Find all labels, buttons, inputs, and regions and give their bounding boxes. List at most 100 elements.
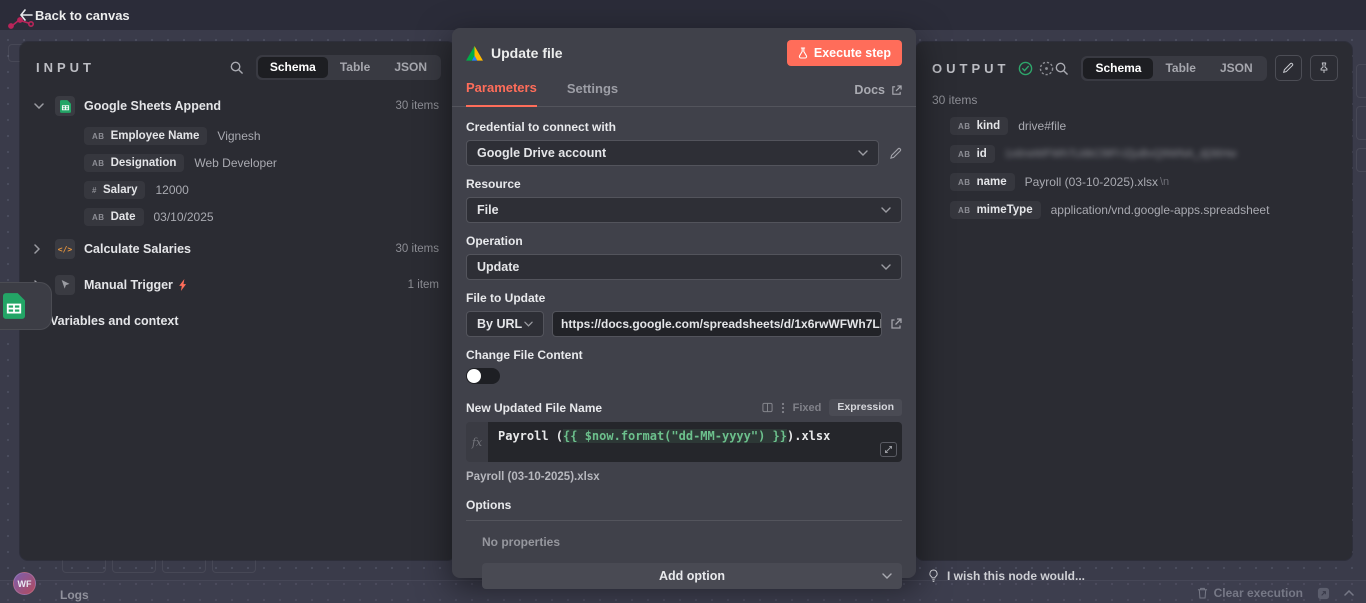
expression-editor[interactable]: fx Payroll ({{ $now.format("dd-MM-yyyy")…	[466, 422, 902, 462]
lightning-bolt-icon	[179, 279, 188, 291]
output-field[interactable]: ABkind drive#file	[950, 117, 1352, 135]
execute-step-button[interactable]: Execute step	[787, 40, 902, 66]
node-feedback-link[interactable]: I wish this node would...	[928, 569, 1085, 583]
tab-json[interactable]: JSON	[1208, 58, 1265, 79]
back-arrow-icon[interactable]	[19, 8, 33, 26]
google-drive-icon	[466, 46, 483, 61]
node-name: Calculate Salaries	[84, 242, 191, 256]
schema-field[interactable]: ABDate 03/10/2025	[84, 208, 439, 226]
pencil-icon	[1282, 62, 1294, 74]
file-to-update-label: File to Update	[466, 291, 902, 305]
node-name: Manual Trigger	[84, 278, 173, 292]
string-type-icon: AB	[92, 159, 105, 168]
kebab-menu-icon[interactable]	[781, 402, 785, 414]
field-key: id	[977, 148, 987, 160]
avatar[interactable]: WF	[13, 572, 36, 595]
app-header: Back to canvas	[0, 0, 1366, 30]
input-view-tabs: Schema Table JSON	[256, 55, 441, 80]
open-url-icon[interactable]	[890, 318, 902, 330]
input-panel: INPUT Schema Table JSON Google Sheets Ap…	[20, 42, 455, 560]
string-type-icon: AB	[958, 178, 971, 187]
input-node-calculate-salaries[interactable]: </> Calculate Salaries 30 items	[34, 238, 439, 260]
modal-header: Update file Execute step	[452, 28, 916, 70]
edit-output-button[interactable]	[1275, 55, 1303, 81]
field-value: application/vnd.google-apps.spreadsheet	[1051, 203, 1270, 217]
file-mode-select[interactable]: By URL	[466, 311, 544, 337]
node-title: Update file	[491, 45, 563, 61]
tab-schema[interactable]: Schema	[258, 57, 328, 78]
field-key: Employee Name	[111, 130, 200, 142]
input-node-google-sheets-append[interactable]: Google Sheets Append 30 items	[34, 95, 439, 117]
tab-schema[interactable]: Schema	[1083, 58, 1153, 79]
lightbulb-icon	[928, 569, 939, 583]
split-columns-icon[interactable]	[762, 402, 773, 413]
expression-token: {{ $now.format("dd-MM-yyyy") }}	[563, 429, 787, 443]
chevron-down-icon	[858, 150, 868, 156]
clear-execution-button[interactable]: Clear execution	[1197, 586, 1303, 600]
chevron-down-icon[interactable]	[34, 103, 50, 109]
node-name: Google Sheets Append	[84, 99, 221, 113]
chevron-down-icon	[881, 264, 891, 270]
trash-icon	[1197, 587, 1208, 599]
schema-field[interactable]: #Salary 12000	[84, 181, 439, 199]
add-option-button[interactable]: Add option	[482, 563, 902, 589]
output-field[interactable]: ABmimeType application/vnd.google-apps.s…	[950, 201, 1352, 219]
output-field[interactable]: ABname Payroll (03-10-2025).xlsx \n	[950, 173, 1352, 191]
field-key: mimeType	[977, 204, 1033, 216]
schema-field[interactable]: ABDesignation Web Developer	[84, 154, 439, 172]
output-field[interactable]: ABid 1x6rwWFWh7LklkCl9Fl-lZjuBvQ9WNA_dj3…	[950, 145, 1352, 163]
field-value-masked: 1x6rwWFWh7LklkCl9Fl-lZjuBvQ9WNA_dj36Hw	[1005, 148, 1237, 160]
circle-dot-icon[interactable]	[1039, 61, 1054, 76]
node-items-count: 30 items	[396, 243, 439, 255]
docs-link[interactable]: Docs	[854, 83, 902, 106]
input-panel-header: INPUT Schema Table JSON	[20, 42, 455, 90]
node-detail-modal: Update file Execute step Parameters Sett…	[452, 28, 916, 578]
search-icon[interactable]	[1054, 61, 1069, 76]
change-file-content-toggle[interactable]	[466, 368, 500, 384]
operation-label: Operation	[466, 234, 902, 248]
field-key: Designation	[111, 157, 177, 169]
string-type-icon: AB	[92, 132, 105, 141]
newline-escape: \n	[1160, 176, 1169, 188]
fixed-toggle[interactable]: Fixed	[793, 402, 822, 414]
google-sheets-icon	[55, 96, 75, 116]
chevron-down-icon	[881, 207, 891, 213]
tab-settings[interactable]: Settings	[567, 75, 618, 106]
schema-field[interactable]: AB Employee Name Vignesh	[84, 127, 439, 145]
no-properties-text: No properties	[482, 535, 902, 549]
chevron-right-icon[interactable]	[34, 244, 50, 254]
string-type-icon: AB	[958, 122, 971, 131]
flask-icon	[798, 47, 808, 59]
execution-controls: Clear execution	[1197, 586, 1354, 600]
back-to-canvas-link[interactable]: Back to canvas	[35, 8, 130, 23]
expression-toggle[interactable]: Expression	[829, 399, 902, 416]
connected-node-peek[interactable]	[0, 282, 52, 330]
file-url-input[interactable]: https://docs.google.com/spreadsheets/d/1…	[552, 311, 882, 337]
pin-icon	[1319, 62, 1329, 74]
tab-table[interactable]: Table	[328, 57, 382, 78]
cursor-icon	[55, 275, 75, 295]
input-node-manual-trigger[interactable]: Manual Trigger 1 item	[34, 274, 439, 296]
collapse-logs-button[interactable]	[1344, 590, 1354, 596]
tab-table[interactable]: Table	[1153, 58, 1207, 79]
change-file-content-label: Change File Content	[466, 348, 902, 362]
pin-data-button[interactable]	[1310, 55, 1338, 81]
chevron-down-icon	[524, 321, 533, 327]
chat-button[interactable]	[1317, 587, 1330, 600]
search-icon[interactable]	[229, 60, 244, 75]
input-node-variables-context[interactable]: Variables and context	[34, 310, 439, 332]
output-panel: OUTPUT Schema Table JSON 30 items ABkin	[916, 42, 1352, 560]
tab-json[interactable]: JSON	[382, 57, 439, 78]
resource-select[interactable]: File	[466, 197, 902, 223]
expand-expression-icon[interactable]	[880, 442, 897, 457]
field-value: Vignesh	[217, 129, 260, 143]
credential-select[interactable]: Google Drive account	[466, 140, 879, 166]
node-items-count: 30 items	[396, 100, 439, 112]
input-title: INPUT	[36, 60, 95, 75]
tab-parameters[interactable]: Parameters	[466, 74, 537, 107]
chevron-down-icon	[882, 573, 892, 579]
operation-select[interactable]: Update	[466, 254, 902, 280]
expression-code[interactable]: Payroll ({{ $now.format("dd-MM-yyyy") }}…	[488, 422, 902, 462]
edit-credential-icon[interactable]	[889, 147, 902, 160]
logs-toggle[interactable]: Logs	[60, 588, 89, 602]
